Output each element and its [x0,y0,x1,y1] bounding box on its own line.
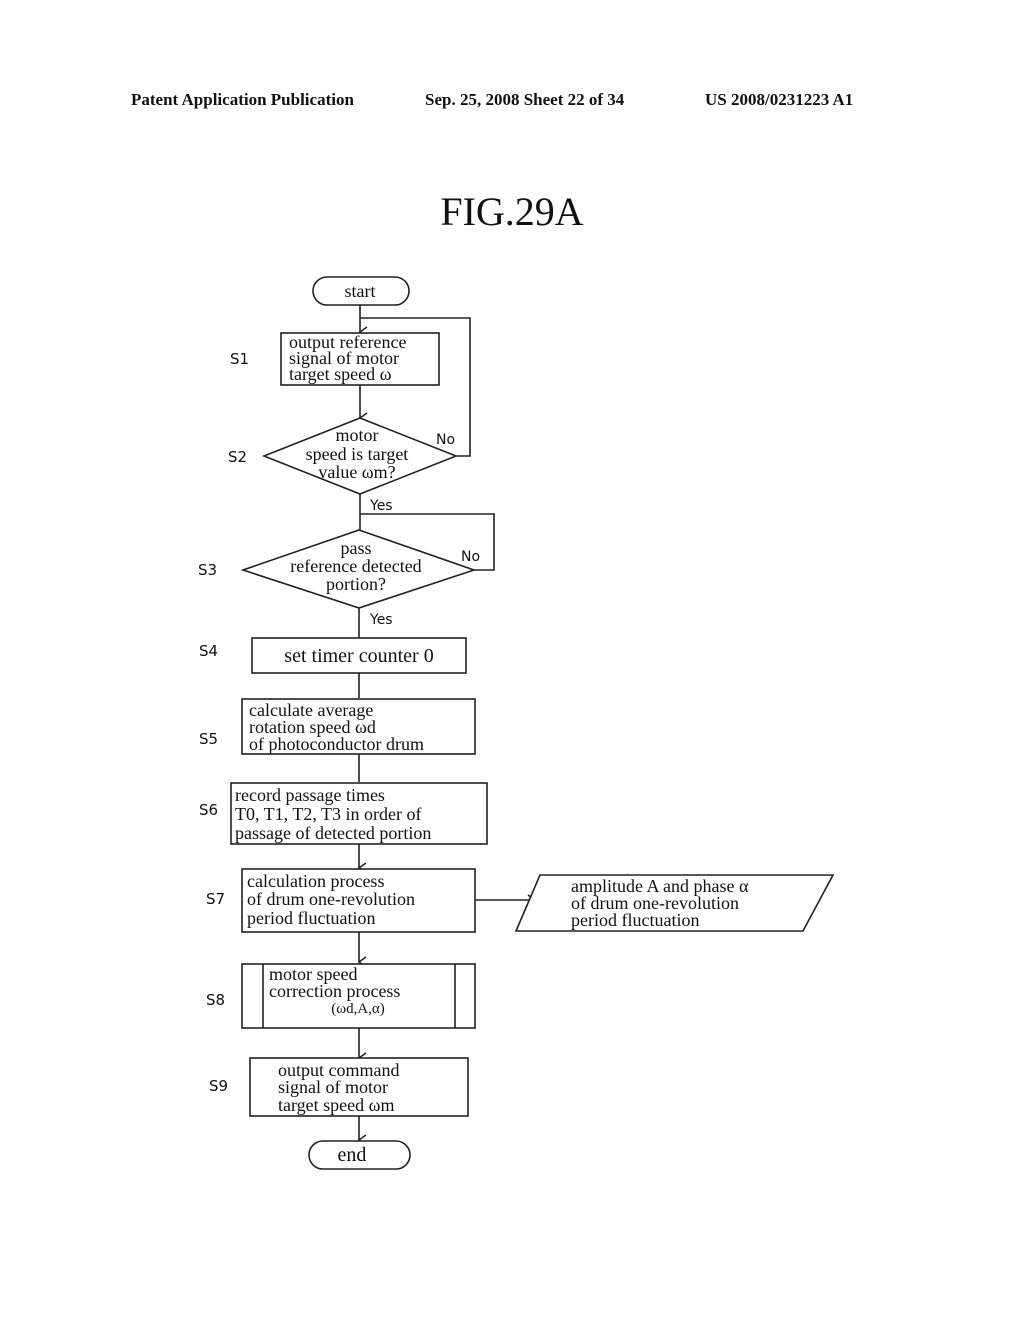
s2-line-2: speed is target [306,444,409,464]
step-s1: S1 output reference signal of motor targ… [230,332,440,386]
step-s2: S2 motor speed is target value ωm? No Ye… [228,417,459,514]
s9-line-2: signal of motor [278,1077,388,1097]
step-label-s7: S7 [206,890,225,908]
step-s7: S7 calculation process of drum one-revol… [206,868,476,933]
s6-line-1: record passage times [235,785,385,805]
step-label-s5: S5 [199,730,218,748]
flowchart: start S1 output reference signal of moto… [198,276,835,1170]
step-label-s3: S3 [198,561,217,579]
s6-line-2: T0, T1, T2, T3 in order of [235,804,421,824]
start-terminal: start [312,276,410,306]
output-line-3: period fluctuation [571,910,699,930]
step-s8: S8 motor speed correction process (ωd,A,… [206,963,476,1029]
step-s3: S3 pass reference detected portion? No Y… [198,529,480,628]
step-label-s4: S4 [199,642,218,660]
step-label-s8: S8 [206,991,225,1009]
end-label: end [338,1144,367,1166]
step-label-s2: S2 [228,448,247,466]
s2-line-1: motor [336,425,379,445]
s7-line-3: period fluctuation [247,908,375,928]
s5-line-3: of photoconductor drum [249,734,424,754]
s3-line-3: portion? [326,574,386,594]
s4-line-1: set timer counter 0 [284,645,433,667]
s3-no-label: No [461,549,480,565]
s1-line-3: target speed ω [289,364,392,384]
step-label-s9: S9 [209,1077,228,1095]
s8-line-3: (ωd,A,α) [331,1001,385,1017]
s9-line-3: target speed ωm [278,1095,394,1115]
s7-line-1: calculation process [247,871,384,891]
s7-line-2: of drum one-revolution [247,889,415,909]
end-terminal: end [308,1140,411,1170]
s2-yes-label: Yes [369,498,393,514]
s2-line-3: value ωm? [318,462,395,482]
output-data: amplitude A and phase α of drum one-revo… [514,874,835,932]
s8-line-2: correction process [269,981,400,1001]
s3-line-2: reference detected [290,556,421,576]
s6-line-3: passage of detected portion [235,823,431,843]
step-s9: S9 output command signal of motor target… [209,1057,469,1117]
s3-line-1: pass [341,538,372,558]
s2-no-label: No [436,432,455,448]
step-label-s1: S1 [230,350,249,368]
step-s4: S4 set timer counter 0 [199,637,467,674]
step-label-s6: S6 [199,801,218,819]
start-label: start [345,281,376,301]
step-s5: S5 calculate average rotation speed ωd o… [199,698,476,755]
s3-yes-label: Yes [369,612,393,628]
step-s6: S6 record passage times T0, T1, T2, T3 i… [199,782,488,845]
